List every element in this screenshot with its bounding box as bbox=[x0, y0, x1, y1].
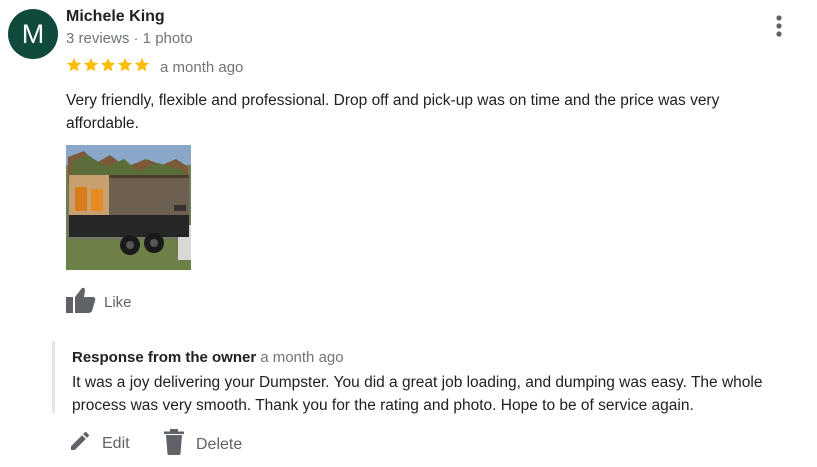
star-icon bbox=[134, 58, 150, 72]
star-rating bbox=[66, 57, 150, 73]
thumb-up-icon bbox=[66, 287, 96, 318]
review-photo[interactable] bbox=[66, 145, 191, 270]
owner-response-title: Response from the owner bbox=[72, 349, 257, 366]
star-icon bbox=[66, 58, 82, 72]
owner-response-date: a month ago bbox=[260, 349, 344, 366]
avatar[interactable]: M bbox=[8, 9, 58, 59]
avatar-initial: M bbox=[21, 18, 45, 49]
star-icon bbox=[83, 58, 99, 72]
delete-label: Delete bbox=[196, 435, 243, 453]
delete-button[interactable]: Delete bbox=[162, 429, 242, 460]
edit-label: Edit bbox=[102, 434, 130, 452]
star-icon bbox=[117, 58, 133, 72]
review-text: Very friendly, flexible and professional… bbox=[66, 92, 720, 132]
owner-response: Response from the owner a month ago It wa… bbox=[52, 341, 795, 414]
like-button[interactable]: Like bbox=[66, 287, 132, 318]
review-date: a month ago bbox=[160, 59, 244, 76]
edit-button[interactable]: Edit bbox=[68, 429, 130, 458]
pencil-icon bbox=[68, 429, 92, 458]
star-icon bbox=[100, 58, 116, 72]
like-label: Like bbox=[104, 294, 132, 311]
reviewer-name[interactable]: Michele King bbox=[66, 8, 165, 26]
more-vert-icon[interactable] bbox=[768, 13, 790, 39]
reviewer-meta[interactable]: 3 reviews · 1 photo bbox=[66, 30, 193, 47]
owner-response-text: It was a joy delivering your Dumpster. Y… bbox=[72, 374, 763, 414]
trash-icon bbox=[162, 429, 186, 460]
